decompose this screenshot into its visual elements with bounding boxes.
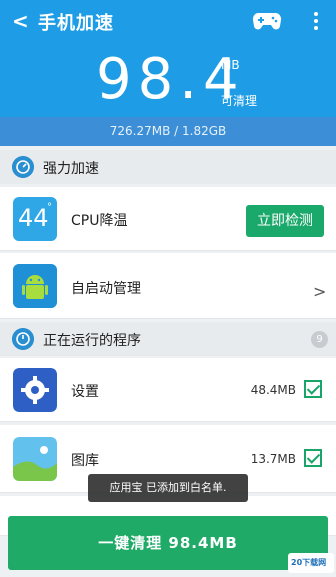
app-name: 图库 xyxy=(71,453,99,469)
storage-usage: 726.27MB / 1.82GB xyxy=(109,124,227,138)
app-select-checkbox[interactable] xyxy=(304,380,322,398)
section-title: 强力加速 xyxy=(43,161,99,177)
cleanable-note: 可清理 xyxy=(221,94,258,108)
speedometer-icon xyxy=(12,156,34,178)
autostart-manager-row[interactable]: 自启动管理 xyxy=(0,253,336,319)
app-title: 手机加速 xyxy=(38,13,114,34)
cleanable-unit: MB xyxy=(221,58,240,72)
app-memory-size: 48.4MB xyxy=(250,383,296,397)
whitelist-toast: 应用宝 已添加到白名单. xyxy=(88,474,248,502)
app-memory-size: 13.7MB xyxy=(250,452,296,466)
section-title: 正在运行的程序 xyxy=(43,333,141,349)
header: < 手机加速 98.4 MB 可清理 726.27MB / 1.82GB xyxy=(0,0,336,146)
section-boost: 强力加速 xyxy=(0,150,336,184)
thermometer-icon: 44 ° xyxy=(13,197,57,241)
site-watermark: 20下载网 xyxy=(288,553,334,573)
back-arrow-icon[interactable]: < xyxy=(12,9,29,33)
app-select-checkbox[interactable] xyxy=(304,449,322,467)
app-row[interactable]: 设置 48.4MB xyxy=(0,358,336,422)
autostart-label: 自启动管理 xyxy=(71,281,141,297)
gamepad-icon[interactable] xyxy=(252,10,282,32)
cpu-temperature: 44 xyxy=(18,204,49,232)
more-options-icon[interactable] xyxy=(312,10,320,32)
android-icon xyxy=(13,264,57,308)
gallery-icon xyxy=(13,437,57,481)
running-count-badge: 9 xyxy=(311,331,328,348)
section-running: 正在运行的程序 9 xyxy=(0,322,336,356)
cpu-cooling-label: CPU降温 xyxy=(71,213,128,229)
settings-gear-icon xyxy=(13,368,57,412)
detect-now-button[interactable]: 立即检测 xyxy=(246,205,324,237)
one-click-clean-button[interactable]: 一键清理 98.4MB xyxy=(8,516,328,570)
app-name: 设置 xyxy=(71,384,99,400)
degree-sign: ° xyxy=(47,202,52,213)
app-bar: < 手机加速 xyxy=(0,0,336,42)
chevron-right-icon: > xyxy=(313,282,327,301)
running-apps-icon xyxy=(12,328,34,350)
